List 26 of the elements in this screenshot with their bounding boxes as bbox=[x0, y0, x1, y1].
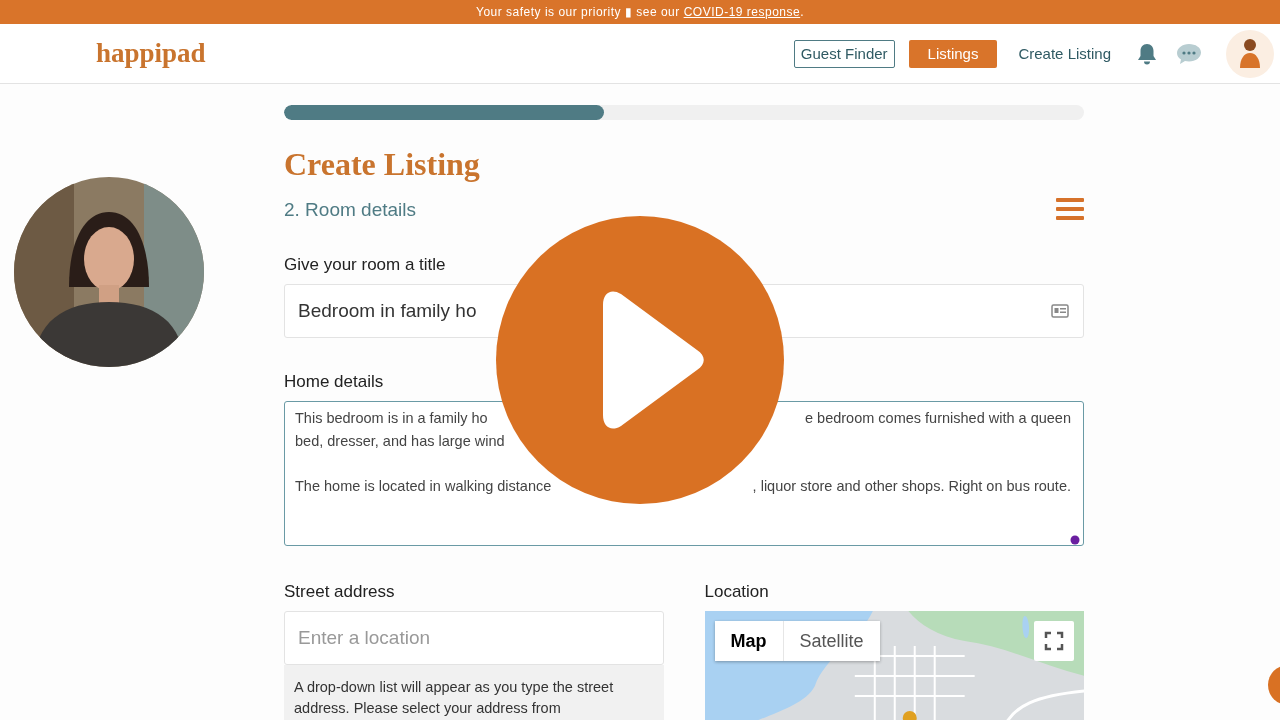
id-card-icon bbox=[1051, 304, 1069, 318]
map-type-tab[interactable]: Satellite bbox=[783, 621, 880, 661]
details-text: e bedroom comes furnished with a queen bbox=[805, 409, 1071, 428]
fullscreen-icon[interactable] bbox=[1034, 621, 1074, 661]
details-text: , liquor store and other shops. Right on bus route. bbox=[752, 477, 1071, 496]
map-type-tab[interactable]: Map bbox=[714, 621, 784, 661]
step-heading: 2. Room details bbox=[284, 199, 417, 221]
page-title: Create Listing bbox=[284, 146, 480, 183]
profile-avatar-icon[interactable] bbox=[1226, 29, 1274, 78]
street-address-field[interactable]: Enter a location bbox=[284, 611, 664, 665]
chat-bubble-icon[interactable] bbox=[1176, 42, 1202, 65]
resize-handle-icon[interactable] bbox=[1070, 535, 1080, 545]
hint-text: A drop-down list will appear as you type the street address. Please select your address from bbox=[294, 678, 615, 718]
nav-button[interactable]: Create Listing bbox=[1011, 39, 1118, 68]
field-label: Give your room a title bbox=[284, 255, 447, 275]
field-label: Location bbox=[704, 582, 770, 602]
details-text: bed, dresser, and has large wind bbox=[295, 432, 505, 451]
details-text: The home is located in walking distance bbox=[295, 477, 552, 496]
chat-button[interactable] bbox=[1268, 665, 1280, 705]
details-text: This bedroom is in a family ho bbox=[295, 409, 488, 428]
field-label: Home details bbox=[284, 372, 385, 392]
safety-notice: Your safety is our priority ▮ see our COVID-19 response. bbox=[476, 5, 804, 19]
nav-button[interactable]: Guest Finder bbox=[793, 39, 895, 68]
field-label: Street address bbox=[284, 582, 396, 602]
notification-bell-icon[interactable] bbox=[1136, 41, 1158, 66]
menu-icon[interactable] bbox=[1056, 197, 1084, 221]
